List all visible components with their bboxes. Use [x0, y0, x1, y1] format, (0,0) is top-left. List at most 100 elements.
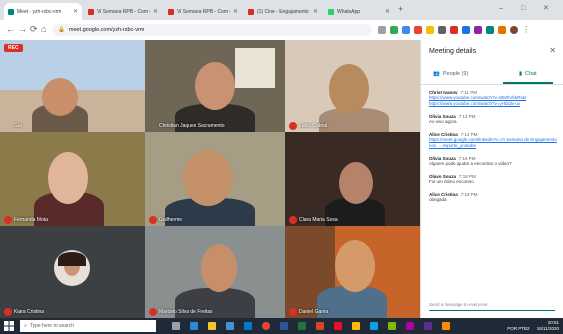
- youtube-favicon-icon: [248, 8, 254, 15]
- participant-tile[interactable]: Christian Jaques Sacramento: [145, 40, 285, 132]
- tab-title: (1) Cine - Engajamento e...: [257, 8, 310, 15]
- system-tray[interactable]: POR PTB2 20:51 16/11/2020: [507, 320, 559, 332]
- clock-date: 16/11/2020: [536, 326, 559, 331]
- muted-mic-icon: [149, 216, 157, 224]
- muted-mic-icon: [4, 308, 12, 316]
- app-icon[interactable]: [388, 322, 396, 330]
- chat-icon: ▮: [519, 71, 523, 77]
- reload-icon[interactable]: ⟳: [30, 24, 38, 35]
- tab-label: Chat: [525, 71, 537, 77]
- tab-close-icon[interactable]: ✕: [385, 8, 390, 15]
- search-placeholder: Type here to search: [29, 323, 75, 329]
- windows-start-icon[interactable]: [4, 321, 14, 331]
- chat-message: Alice Cristina 7:19 PM obrigada: [429, 192, 557, 203]
- extension-icon[interactable]: [450, 26, 458, 34]
- message-link[interactable]: https://www.youtube.com/watch?v=yHDqlx-u…: [429, 101, 557, 107]
- extension-icon[interactable]: [402, 26, 410, 34]
- participant-tile[interactable]: REC Gui: [0, 40, 145, 132]
- participant-video: [335, 240, 375, 292]
- browser-tab-2[interactable]: Vi Semana RPB - Com es... ✕: [164, 3, 242, 20]
- store-icon[interactable]: [226, 322, 234, 330]
- browser-tab-4[interactable]: WhatsApp ✕: [324, 3, 394, 20]
- participant-video: [48, 152, 88, 204]
- window-controls[interactable]: – □ ✕: [499, 4, 557, 12]
- tab-title: Meet - yzh-rsbc-vrm: [17, 8, 62, 15]
- extension-icon[interactable]: [390, 26, 398, 34]
- address-bar[interactable]: 🔒 meet.google.com/yzh-rsbc-vrm: [52, 24, 372, 36]
- participant-tile[interactable]: Guilherme: [145, 132, 285, 226]
- muted-mic-icon: [149, 308, 157, 316]
- app-icon[interactable]: [442, 322, 450, 330]
- tab-close-icon[interactable]: ✕: [153, 8, 158, 15]
- message-time: 7:13 PM: [458, 114, 476, 119]
- tab-close-icon[interactable]: ✕: [233, 8, 238, 15]
- muted-mic-icon: [289, 308, 297, 316]
- participant-tile[interactable]: Clara Maria Sosa: [285, 132, 420, 226]
- language-indicator: POR PTB2: [507, 326, 530, 331]
- tab-title: WhatsApp: [337, 8, 361, 15]
- chat-message: Olivia Souza 7:16 PM Alguem pode ajudar a…: [429, 156, 557, 167]
- file-explorer-icon[interactable]: [208, 322, 216, 330]
- bookmark-star-icon[interactable]: [378, 26, 386, 34]
- menu-kebab-icon[interactable]: ⋮: [522, 26, 530, 34]
- tab-close-icon[interactable]: ✕: [313, 8, 318, 15]
- tab-chat[interactable]: ▮ Chat: [519, 71, 537, 77]
- tab-title: Vi Semana RPB - Com es...: [177, 8, 230, 15]
- extension-icon[interactable]: [414, 26, 422, 34]
- word-icon[interactable]: [280, 322, 288, 330]
- participant-video: [42, 78, 78, 116]
- powerpoint-icon[interactable]: [316, 322, 324, 330]
- url-text: meet.google.com/yzh-rsbc-vrm: [68, 27, 145, 33]
- tab-title: Vi Semana RPB - Com es...: [97, 8, 150, 15]
- extension-icon[interactable]: [462, 26, 470, 34]
- new-tab-button[interactable]: +: [398, 4, 403, 14]
- extension-icon[interactable]: [438, 26, 446, 34]
- app-icon[interactable]: [352, 322, 360, 330]
- participant-name: Christian Jaques Sacramento: [159, 123, 225, 129]
- app-icon[interactable]: [406, 322, 414, 330]
- app-icon[interactable]: [334, 322, 342, 330]
- participant-tile[interactable]: Luiza Cabral: [285, 40, 420, 132]
- tab-people[interactable]: 👥 People (9): [433, 71, 468, 77]
- avatar[interactable]: [510, 26, 518, 34]
- muted-mic-icon: [289, 122, 297, 130]
- chat-message: Olivia Souza 7:13 PM Ao vivo agora: [429, 114, 557, 125]
- close-icon[interactable]: ✕: [549, 46, 556, 55]
- participant-tile[interactable]: Marcelo Silva de Freitas: [145, 226, 285, 318]
- participant-name: Kiara Cristina: [14, 309, 45, 315]
- participant-name: Fernanda Mota: [14, 217, 48, 223]
- extension-icon[interactable]: [474, 26, 482, 34]
- search-icon: ⌕: [24, 323, 27, 329]
- youtube-favicon-icon: [168, 8, 174, 15]
- extension-icon[interactable]: [498, 26, 506, 34]
- active-tab-indicator: [503, 82, 553, 84]
- home-icon[interactable]: ⌂: [41, 24, 46, 34]
- edge-icon[interactable]: [190, 322, 198, 330]
- app-icon[interactable]: [424, 322, 432, 330]
- extension-icon[interactable]: [486, 26, 494, 34]
- taskbar-search-input[interactable]: ⌕ Type here to search: [20, 320, 156, 332]
- app-icon[interactable]: [370, 322, 378, 330]
- participant-tile[interactable]: Fernanda Mota: [0, 132, 145, 226]
- tab-label: People (9): [442, 71, 469, 77]
- browser-tab-3[interactable]: (1) Cine - Engajamento e... ✕: [244, 3, 322, 20]
- participant-tile[interactable]: Kiara Cristina: [0, 226, 145, 318]
- chrome-icon[interactable]: [262, 322, 270, 330]
- back-icon[interactable]: ←: [6, 24, 15, 34]
- participant-tile[interactable]: Daniel Gama: [285, 226, 420, 318]
- excel-icon[interactable]: [298, 322, 306, 330]
- tab-close-icon[interactable]: ✕: [73, 8, 78, 15]
- task-view-icon[interactable]: [172, 322, 180, 330]
- extension-icon[interactable]: [426, 26, 434, 34]
- participant-video: [195, 62, 235, 110]
- message-text: Ao vivo agora: [429, 119, 457, 124]
- browser-tab-0[interactable]: Meet - yzh-rsbc-vrm ✕: [4, 3, 82, 20]
- mail-icon[interactable]: [244, 322, 252, 330]
- browser-tab-1[interactable]: Vi Semana RPB - Com es... ✕: [84, 3, 162, 20]
- participant-video: [201, 244, 237, 292]
- participant-video: [183, 150, 233, 206]
- forward-icon[interactable]: →: [18, 24, 27, 34]
- chat-input[interactable]: Send a message to everyone: [429, 298, 555, 311]
- participant-video: [329, 64, 369, 114]
- message-link[interactable]: https://meet.google.com/linkedin?c=Vi Se…: [429, 137, 557, 149]
